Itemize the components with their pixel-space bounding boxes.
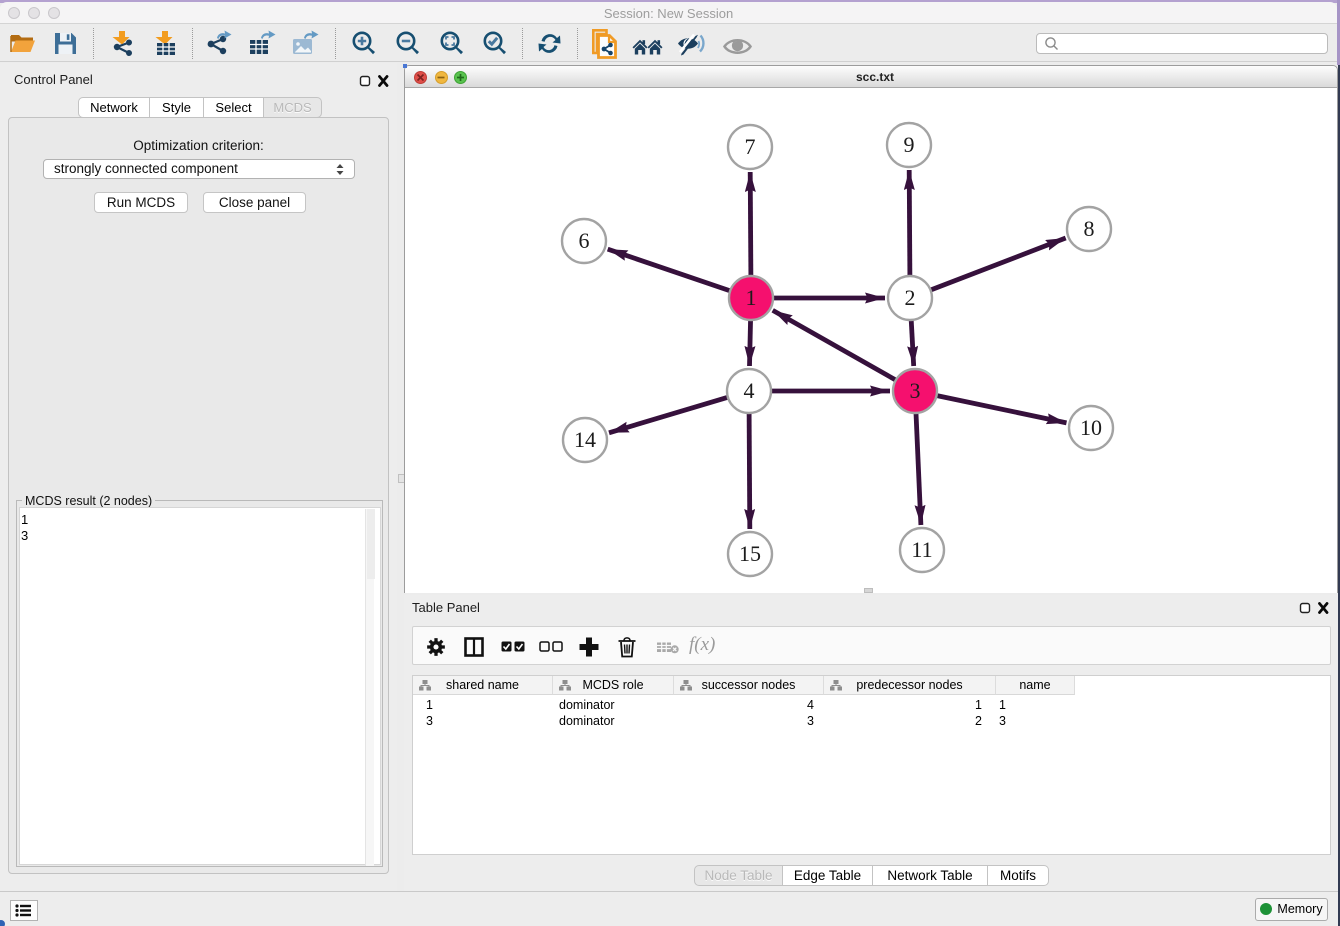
svg-text:9: 9 <box>904 132 915 157</box>
svg-text:14: 14 <box>574 427 596 452</box>
svg-text:7: 7 <box>745 134 756 159</box>
svg-text:10: 10 <box>1080 415 1102 440</box>
svg-text:3: 3 <box>910 378 921 403</box>
svg-text:1: 1 <box>746 285 757 310</box>
svg-text:15: 15 <box>739 541 761 566</box>
svg-text:8: 8 <box>1084 216 1095 241</box>
svg-text:4: 4 <box>744 378 755 403</box>
svg-text:11: 11 <box>911 537 932 562</box>
svg-text:6: 6 <box>579 228 590 253</box>
svg-text:2: 2 <box>905 285 916 310</box>
